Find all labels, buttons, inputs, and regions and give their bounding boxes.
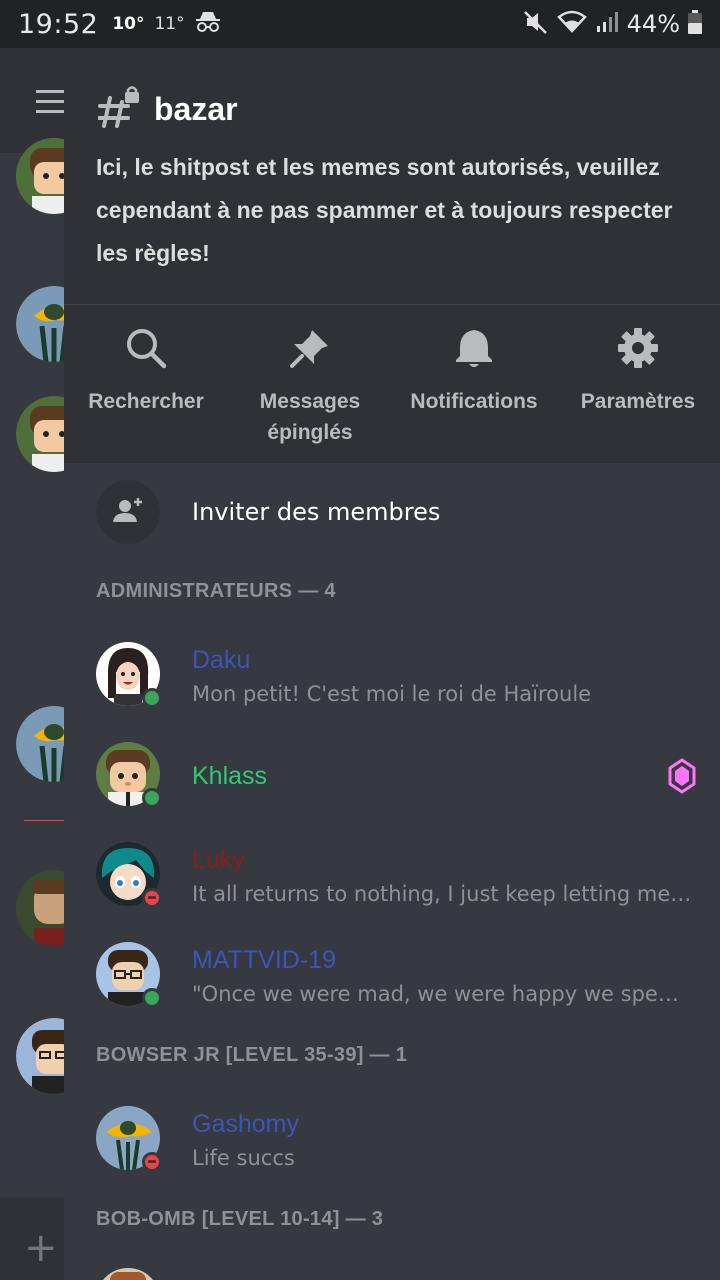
member-item-luky[interactable]: Luky It all returns to nothing, I just k…	[96, 842, 696, 914]
battery-percentage: 44%	[626, 10, 680, 38]
pinned-messages-label: Messages épinglés	[259, 390, 361, 444]
locked-channel-icon	[97, 86, 142, 132]
member-name: Khlass	[192, 762, 268, 790]
search-button[interactable]: Rechercher	[64, 326, 228, 448]
status-temp-other: 11°	[154, 14, 185, 34]
member-status-text: Mon petit! C'est moi le roi de Haïroule	[192, 682, 592, 706]
member-name: Luky	[192, 846, 245, 874]
invite-icon-circle	[96, 480, 160, 544]
member-name: MATTVID-19	[192, 946, 336, 974]
add-user-icon	[112, 494, 144, 530]
member-status-text: "Once we were mad, we were happy we spen…	[192, 982, 692, 1006]
battery-icon	[688, 10, 702, 38]
signal-icon	[595, 10, 619, 38]
do-not-disturb-status-indicator	[142, 888, 162, 908]
gear-icon	[616, 326, 660, 374]
online-status-indicator	[142, 988, 162, 1008]
settings-label: Paramètres	[580, 390, 696, 413]
background-avatar	[16, 286, 64, 362]
channel-info-drawer: bazar Ici, le shitpost et les memes sont…	[64, 48, 720, 1280]
wifi-icon	[556, 9, 587, 39]
settings-button[interactable]: Paramètres	[556, 326, 720, 448]
online-status-indicator	[142, 688, 162, 708]
channel-actions: Rechercher Messages épinglés Notificatio…	[64, 326, 720, 448]
notifications-label: Notifications	[410, 390, 538, 413]
member-item-gashomy[interactable]: Gashomy Life succs	[96, 1106, 696, 1178]
do-not-disturb-status-indicator	[142, 1152, 162, 1172]
member-item-khlass[interactable]: Khlass	[96, 742, 696, 814]
status-temp-current: 10°	[112, 14, 145, 34]
avatar	[96, 1268, 160, 1280]
channel-topic: Ici, le shitpost et les memes sont autor…	[96, 154, 673, 266]
header-divider	[64, 304, 720, 305]
pinned-messages-button[interactable]: Messages épinglés	[228, 326, 392, 448]
channel-name: bazar	[154, 90, 238, 127]
member-status-text: Life succs	[192, 1146, 295, 1170]
invite-members-button[interactable]: Inviter des membres	[96, 480, 440, 544]
hamburger-menu-icon[interactable]	[36, 90, 64, 120]
notifications-button[interactable]: Notifications	[392, 326, 556, 448]
background-avatar	[16, 706, 64, 782]
online-status-indicator	[142, 788, 162, 808]
member-status-text: It all returns to nothing, I just keep l…	[192, 882, 692, 906]
member-item-mattvid-19[interactable]: MATTVID-19 "Once we were mad, we were ha…	[96, 942, 696, 1014]
member-item[interactable]	[96, 1268, 696, 1280]
nitro-boost-icon	[668, 758, 696, 798]
section-header-bob-omb: BOB-OMB [LEVEL 10-14] — 3	[96, 1208, 384, 1230]
search-label: Rechercher	[88, 390, 204, 413]
invite-members-label: Inviter des membres	[192, 498, 441, 526]
mute-icon	[523, 9, 549, 39]
section-header-administrateurs: ADMINISTRATEURS — 4	[96, 580, 336, 602]
background-avatar	[16, 870, 64, 946]
channel-title-row: bazar	[97, 86, 238, 132]
status-time: 19:52	[18, 8, 99, 40]
new-messages-divider	[24, 820, 64, 821]
add-attachment-icon[interactable]: +	[24, 1228, 58, 1268]
background-chat[interactable]: +	[0, 48, 64, 1280]
incognito-icon	[195, 11, 221, 37]
pin-icon	[288, 326, 332, 374]
channel-header: bazar Ici, le shitpost et les memes sont…	[64, 48, 720, 463]
background-avatar	[16, 1018, 64, 1094]
member-name: Daku	[192, 646, 251, 674]
member-name: Gashomy	[192, 1110, 299, 1138]
member-item-daku[interactable]: Daku Mon petit! C'est moi le roi de Haïr…	[96, 642, 696, 714]
section-header-bowser-jr: BOWSER JR [LEVEL 35-39] — 1	[96, 1044, 408, 1066]
status-bar: 19:52 10° 11° 44%	[0, 0, 720, 48]
background-avatar	[16, 396, 64, 472]
background-input-bar: +	[0, 1198, 64, 1280]
search-icon	[124, 326, 168, 374]
bell-icon	[452, 326, 496, 374]
